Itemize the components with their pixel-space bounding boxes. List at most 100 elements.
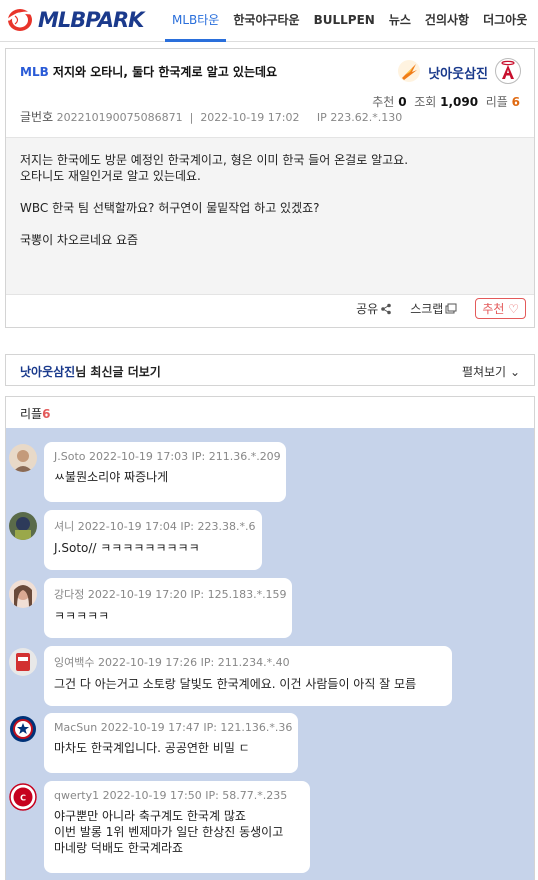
share-button[interactable]: 공유: [356, 300, 392, 317]
scrap-icon: [445, 303, 457, 313]
post-title: MLB 저지와 오타니, 둘다 한국계로 알고 있는데요: [20, 63, 277, 80]
reply-date: 2022-10-19 17:03: [89, 450, 189, 463]
reply-date: 2022-10-19 17:47: [100, 721, 200, 734]
angels-team-icon: [494, 57, 522, 88]
reply-bubble: MacSun 2022-10-19 17:47 IP: 121.136.*.36…: [44, 713, 298, 773]
reply-bubble: 강다정 2022-10-19 17:20 IP: 125.183.*.159 ㅋ…: [44, 578, 292, 638]
expand-label: 펼쳐보기: [461, 365, 507, 379]
post-author[interactable]: 낫아웃삼진: [428, 63, 488, 82]
fire-level-icon: [396, 58, 422, 87]
nav-tabs: MLB타운 한국야구타운 BULLPEN 뉴스 건의사항 더그아웃 마이: [165, 0, 538, 42]
reply-ip: IP: 211.36.*.209: [191, 450, 281, 463]
expand-button[interactable]: 펼쳐보기 ⌄: [462, 363, 520, 380]
reply-text: 마차도 한국계입니다. 공공연한 비밀 ㄷ: [54, 741, 250, 755]
tab-bullpen[interactable]: BULLPEN: [307, 0, 382, 42]
reply-meta: qwerty1 2022-10-19 17:50 IP: 58.77.*.235: [54, 789, 300, 802]
reply-bubble: 셔니 2022-10-19 17:04 IP: 223.38.*.6 J.Sot…: [44, 510, 262, 570]
reply-line: 마네랑 덕배도 한국계라죠: [54, 841, 184, 855]
post-no-label: 글번호: [20, 110, 54, 124]
post-title-text: 저지와 오타니, 둘다 한국계로 알고 있는데요: [52, 65, 278, 79]
post-ip: 223.62.*.130: [330, 111, 403, 124]
replies-header: 리플6: [5, 396, 535, 428]
reply-user[interactable]: J.Soto: [54, 450, 86, 463]
views-label: 조회: [414, 95, 437, 109]
avatar[interactable]: [9, 715, 37, 743]
post-date: 2022-10-19 17:02: [200, 111, 300, 124]
recommend-button-label: 추천: [482, 302, 505, 316]
reply-date: 2022-10-19 17:50: [102, 789, 202, 802]
logo-text: MLBPARK: [38, 8, 144, 32]
more-posts-title: 낫아웃삼진님 최신글 더보기: [20, 363, 161, 380]
reply-ip: IP: 125.183.*.159: [190, 588, 287, 601]
svg-text:C: C: [20, 794, 26, 803]
tab-suggestions[interactable]: 건의사항: [418, 0, 476, 42]
reply-user[interactable]: MacSun: [54, 721, 97, 734]
reply-line: 야구뿐만 아니라 축구계도 한국계 많죠: [54, 809, 246, 823]
tab-mlb-town[interactable]: MLB타운: [165, 0, 227, 42]
replies-label: 리플: [20, 407, 43, 421]
heart-icon: ♡: [508, 302, 519, 316]
reply-date: 2022-10-19 17:20: [87, 588, 187, 601]
reply-user[interactable]: 잉여백수: [54, 656, 94, 669]
replies-title: 리플6: [20, 405, 50, 422]
reply-meta: 잉여백수 2022-10-19 17:26 IP: 211.234.*.40: [54, 654, 442, 670]
reply-text: 야구뿐만 아니라 축구계도 한국계 많죠 이번 발롱 1위 벤제마가 일단 한상…: [54, 808, 300, 856]
author-box[interactable]: 낫아웃삼진: [396, 57, 522, 88]
tab-my[interactable]: 마이: [534, 0, 538, 42]
recommend-label: 추천: [372, 95, 395, 109]
avatar[interactable]: [9, 648, 37, 676]
tab-news[interactable]: 뉴스: [382, 0, 418, 42]
chevron-down-icon: ⌄: [509, 365, 520, 379]
reply-text: 그건 다 아는거고 소토랑 달빛도 한국계에요. 이건 사람들이 아직 잘 모름: [54, 677, 417, 691]
reply-meta: MacSun 2022-10-19 17:47 IP: 121.136.*.36: [54, 721, 292, 734]
post-category: MLB: [20, 65, 49, 79]
reply-text: J.Soto// ㅋㅋㅋㅋㅋㅋㅋㅋㅋ: [54, 541, 200, 555]
reply-bubble: J.Soto 2022-10-19 17:03 IP: 211.36.*.209…: [44, 442, 286, 502]
reply-user[interactable]: 셔니: [54, 520, 74, 533]
post-meta: 글번호 202210190075086871 | 2022-10-19 17:0…: [20, 110, 403, 124]
site-logo[interactable]: MLBPARK: [6, 6, 144, 34]
avatar[interactable]: [9, 444, 37, 472]
author-more-posts: 낫아웃삼진님 최신글 더보기 펼쳐보기 ⌄: [5, 354, 535, 386]
avatar[interactable]: [9, 580, 37, 608]
top-navigation: MLBPARK MLB타운 한국야구타운 BULLPEN 뉴스 건의사항 더그아…: [0, 0, 538, 42]
more-author[interactable]: 낫아웃삼진: [20, 365, 75, 379]
reply-line: 이번 발롱 1위 벤제마가 일단 한상진 동생이고: [54, 825, 284, 839]
reply-user[interactable]: 강다정: [54, 588, 84, 601]
share-label: 공유: [356, 302, 379, 316]
views-count: 1,090: [440, 95, 479, 109]
post-card: MLB 저지와 오타니, 둘다 한국계로 알고 있는데요 낫아웃삼진 추천 0 …: [5, 48, 535, 328]
reply-ip: IP: 121.136.*.36: [203, 721, 293, 734]
post-actions: 공유 스크랩 추천 ♡: [338, 298, 526, 319]
reply-count: 6: [511, 95, 520, 109]
reply-date: 2022-10-19 17:04: [77, 520, 177, 533]
tab-korea-baseball-town[interactable]: 한국야구타운: [226, 0, 306, 42]
reply-user[interactable]: qwerty1: [54, 789, 99, 802]
ip-label: IP: [316, 111, 327, 124]
reply-meta: 강다정 2022-10-19 17:20 IP: 125.183.*.159: [54, 586, 287, 602]
reply-ip: IP: 58.77.*.235: [205, 789, 288, 802]
avatar[interactable]: C: [9, 783, 37, 811]
post-body: 저지는 한국에도 방문 예정인 한국계이고, 형은 이미 한국 들어 온걸로 알…: [6, 137, 534, 295]
baseball-logo-icon: [6, 6, 36, 34]
reply-bubble: qwerty1 2022-10-19 17:50 IP: 58.77.*.235…: [44, 781, 310, 873]
post-body-line: WBC 한국 팀 선택할까요? 허구연이 물밑작업 하고 있겠죠?: [20, 201, 320, 215]
recommend-count: 0: [398, 95, 407, 109]
post-body-line: 오타니도 재일인거로 알고 있는데요.: [20, 169, 201, 183]
reply-ip: IP: 223.38.*.6: [180, 520, 256, 533]
reply-ip: IP: 211.234.*.40: [200, 656, 290, 669]
tab-dugout[interactable]: 더그아웃: [476, 0, 534, 42]
post-body-line: 저지는 한국에도 방문 예정인 한국계이고, 형은 이미 한국 들어 온걸로 알…: [20, 153, 409, 167]
reply-date: 2022-10-19 17:26: [97, 656, 198, 669]
scrap-label: 스크랩: [410, 302, 444, 316]
reply-meta: J.Soto 2022-10-19 17:03 IP: 211.36.*.209: [54, 450, 281, 463]
post-no: 202210190075086871: [56, 111, 183, 124]
more-label: 님 최신글 더보기: [75, 365, 161, 379]
reply-bubble: 잉여백수 2022-10-19 17:26 IP: 211.234.*.40 그…: [44, 646, 452, 706]
avatar[interactable]: [9, 512, 37, 540]
reply-label: 리플: [485, 95, 508, 109]
reply-text: ㅋㅋㅋㅋㅋ: [54, 609, 110, 623]
recommend-button[interactable]: 추천 ♡: [475, 298, 526, 319]
scrap-button[interactable]: 스크랩: [410, 300, 457, 317]
reply-text: ㅆ불뭔소리야 짜증나게: [54, 470, 169, 484]
